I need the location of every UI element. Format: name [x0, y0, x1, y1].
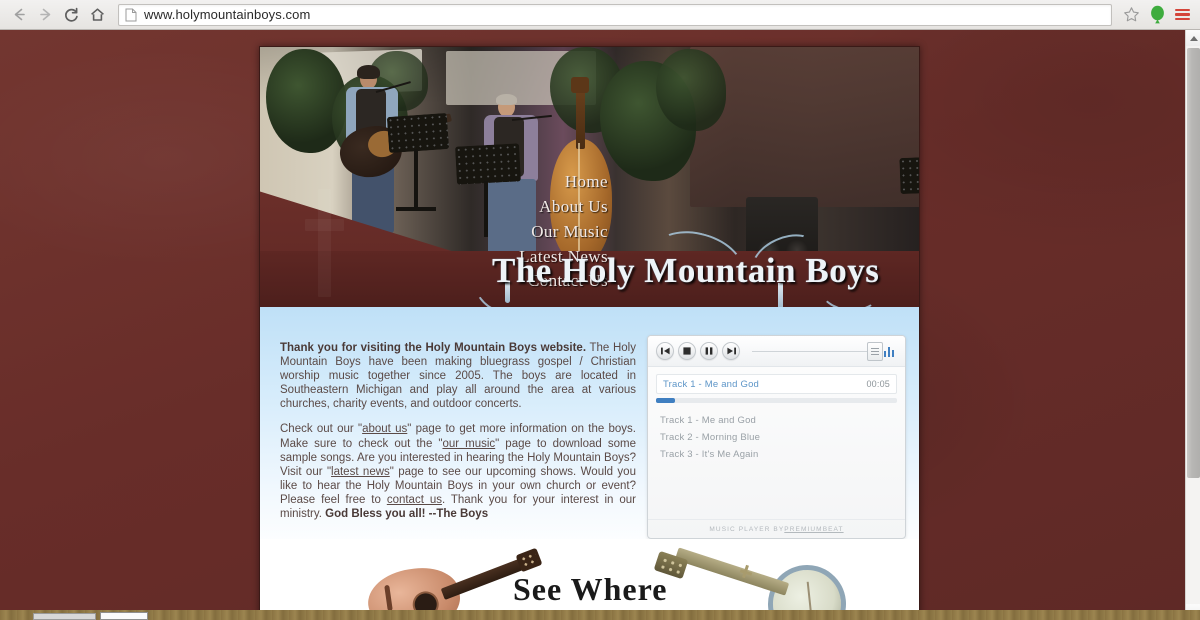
- player-credit: MUSIC PLAYER BY PREMIUMBEAT: [648, 519, 905, 538]
- desktop-wood-strip: [0, 610, 1200, 620]
- reload-icon[interactable]: [58, 2, 84, 28]
- see-where-heading: See Where: [513, 571, 668, 607]
- player-credit-prefix: MUSIC PLAYER BY: [709, 525, 785, 533]
- link-latest-news[interactable]: latest news: [331, 466, 390, 478]
- star-icon[interactable]: [1118, 6, 1144, 23]
- stage-wall-right: [690, 47, 919, 207]
- paragraph-2: Check out our "about us" page to get mor…: [280, 422, 636, 521]
- eq-bar: [883, 350, 887, 357]
- playback-progress-fill: [656, 398, 676, 403]
- handle-line: [871, 347, 879, 349]
- scrollbar-thumb[interactable]: [1187, 48, 1200, 478]
- track-list-item[interactable]: Track 3 - It's Me Again: [648, 446, 905, 463]
- track-list: Track 1 - Me and God Track 2 - Morning B…: [648, 412, 905, 463]
- link-contact-us[interactable]: contact us: [387, 494, 442, 506]
- player-transport-bar: [648, 336, 905, 367]
- volume-slider-handle[interactable]: [867, 341, 883, 361]
- track-list-item[interactable]: Track 2 - Morning Blue: [648, 429, 905, 446]
- premiumbeat-link[interactable]: PREMIUMBEAT: [784, 526, 843, 533]
- now-playing-bar: Track 1 - Me and God 00:05: [656, 374, 897, 394]
- see-where-banner: See Where: [260, 539, 919, 610]
- eq-bar: [887, 346, 891, 357]
- banjo-neck: [674, 547, 790, 596]
- site-title-band: The Holy Mountain Boys: [260, 221, 919, 307]
- home-icon[interactable]: [84, 2, 110, 28]
- guitar-headstock: [515, 547, 543, 573]
- scroll-up-arrow-icon[interactable]: [1186, 30, 1200, 46]
- band-photo-header: Home About Us Our Music Latest News Cont…: [260, 47, 919, 307]
- back-icon[interactable]: [6, 2, 32, 28]
- menu-bar-3: [1174, 17, 1190, 21]
- music-player: Track 1 - Me and God 00:05 Track 1 - Me …: [647, 335, 906, 539]
- nav-item-our-music[interactable]: Our Music: [531, 220, 608, 244]
- text-fragment: Check out our ": [280, 423, 363, 436]
- page-icon: [125, 8, 137, 21]
- next-track-button[interactable]: [722, 342, 740, 360]
- now-playing-time: 00:05: [866, 379, 890, 389]
- website-frame: Home About Us Our Music Latest News Cont…: [259, 46, 920, 610]
- now-playing-title: Track 1 - Me and God: [663, 378, 760, 390]
- stop-button[interactable]: [678, 342, 696, 360]
- nav-item-home[interactable]: Home: [565, 170, 608, 194]
- hamburger-menu-icon[interactable]: [1170, 8, 1194, 21]
- url-text: www.holymountainboys.com: [144, 7, 311, 22]
- previous-track-button[interactable]: [656, 342, 674, 360]
- page-viewport: Home About Us Our Music Latest News Cont…: [0, 30, 1185, 610]
- vertical-scrollbar[interactable]: [1185, 30, 1200, 620]
- content-area: Thank you for visiting the Holy Mountain…: [260, 307, 919, 610]
- paragraph-1: Thank you for visiting the Holy Mountain…: [280, 341, 636, 411]
- equalizer-icon[interactable]: [881, 346, 897, 357]
- eq-bar: [891, 349, 895, 357]
- taskbar-window-1[interactable]: [33, 613, 96, 620]
- address-bar[interactable]: www.holymountainboys.com: [118, 3, 1112, 26]
- browser-toolbar: www.holymountainboys.com: [0, 0, 1200, 30]
- link-our-music[interactable]: our music: [442, 438, 495, 450]
- handle-line: [871, 353, 879, 355]
- nav-item-about-us[interactable]: About Us: [539, 195, 608, 219]
- track-list-item[interactable]: Track 1 - Me and God: [648, 412, 905, 429]
- volume-slider[interactable]: [752, 341, 883, 361]
- intro-copy: Thank you for visiting the Holy Mountain…: [280, 341, 636, 521]
- balloon-icon[interactable]: [1144, 5, 1170, 24]
- handle-line: [871, 350, 879, 352]
- taskbar-window-2[interactable]: [100, 612, 148, 620]
- music-stand: [899, 155, 919, 195]
- forward-icon[interactable]: [32, 2, 58, 28]
- playback-progress-bar[interactable]: [656, 398, 897, 403]
- link-about-us[interactable]: about us: [362, 423, 407, 435]
- closing-blessing: God Bless you all! --The Boys: [325, 508, 489, 521]
- menu-bar-1: [1174, 8, 1190, 12]
- pause-button[interactable]: [700, 342, 718, 360]
- page-title: The Holy Mountain Boys: [492, 251, 880, 290]
- menu-bar-2: [1174, 13, 1190, 16]
- music-stand: [386, 112, 450, 154]
- intro-lead: Thank you for visiting the Holy Mountain…: [280, 342, 587, 354]
